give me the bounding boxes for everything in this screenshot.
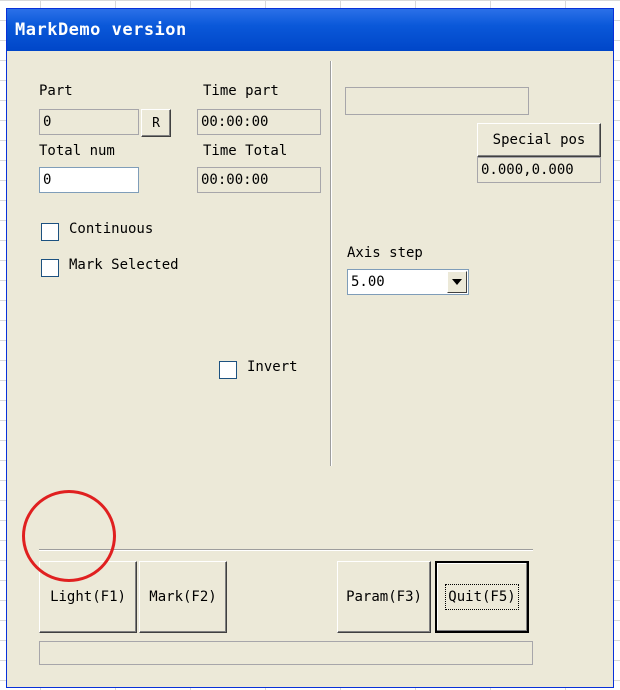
markdemo-dialog: MarkDemo version Part 0 R Time part 00:0… [6, 8, 614, 688]
total-num-label: Total num [39, 143, 115, 159]
invert-label[interactable]: Invert [247, 359, 298, 375]
quit-button-label: Quit(F5) [445, 584, 519, 610]
time-part-label: Time part [203, 83, 279, 99]
part-field: 0 [39, 109, 139, 135]
light-button[interactable]: Light(F1) [39, 561, 137, 633]
axis-step-select[interactable]: 5.00 [347, 269, 469, 295]
mark-button[interactable]: Mark(F2) [139, 561, 227, 633]
axis-step-label: Axis step [347, 245, 423, 261]
part-label: Part [39, 83, 73, 99]
special-pos-field: 0.000,0.000 [477, 157, 601, 183]
total-num-input[interactable]: 0 [39, 167, 139, 193]
mark-selected-checkbox[interactable] [41, 259, 59, 277]
quit-button[interactable]: Quit(F5) [435, 561, 529, 633]
special-pos-button[interactable]: Special pos [477, 123, 601, 157]
top-right-field [345, 87, 529, 115]
reset-button[interactable]: R [141, 109, 171, 137]
time-part-field: 00:00:00 [197, 109, 321, 135]
continuous-checkbox[interactable] [41, 223, 59, 241]
dialog-content: Part 0 R Time part 00:00:00 Total num 0 … [7, 51, 613, 687]
status-bar [39, 641, 533, 665]
time-total-label: Time Total [203, 143, 288, 159]
param-button[interactable]: Param(F3) [337, 561, 431, 633]
horizontal-separator [39, 549, 533, 551]
dropdown-arrow-icon[interactable] [447, 271, 467, 293]
invert-checkbox[interactable] [219, 361, 237, 379]
time-total-field: 00:00:00 [197, 167, 321, 193]
vertical-separator [330, 61, 332, 466]
title-bar: MarkDemo version [7, 9, 613, 51]
continuous-label[interactable]: Continuous [69, 221, 153, 237]
window-title: MarkDemo version [15, 20, 187, 40]
axis-step-value: 5.00 [351, 274, 385, 290]
mark-selected-label[interactable]: Mark Selected [69, 257, 179, 273]
